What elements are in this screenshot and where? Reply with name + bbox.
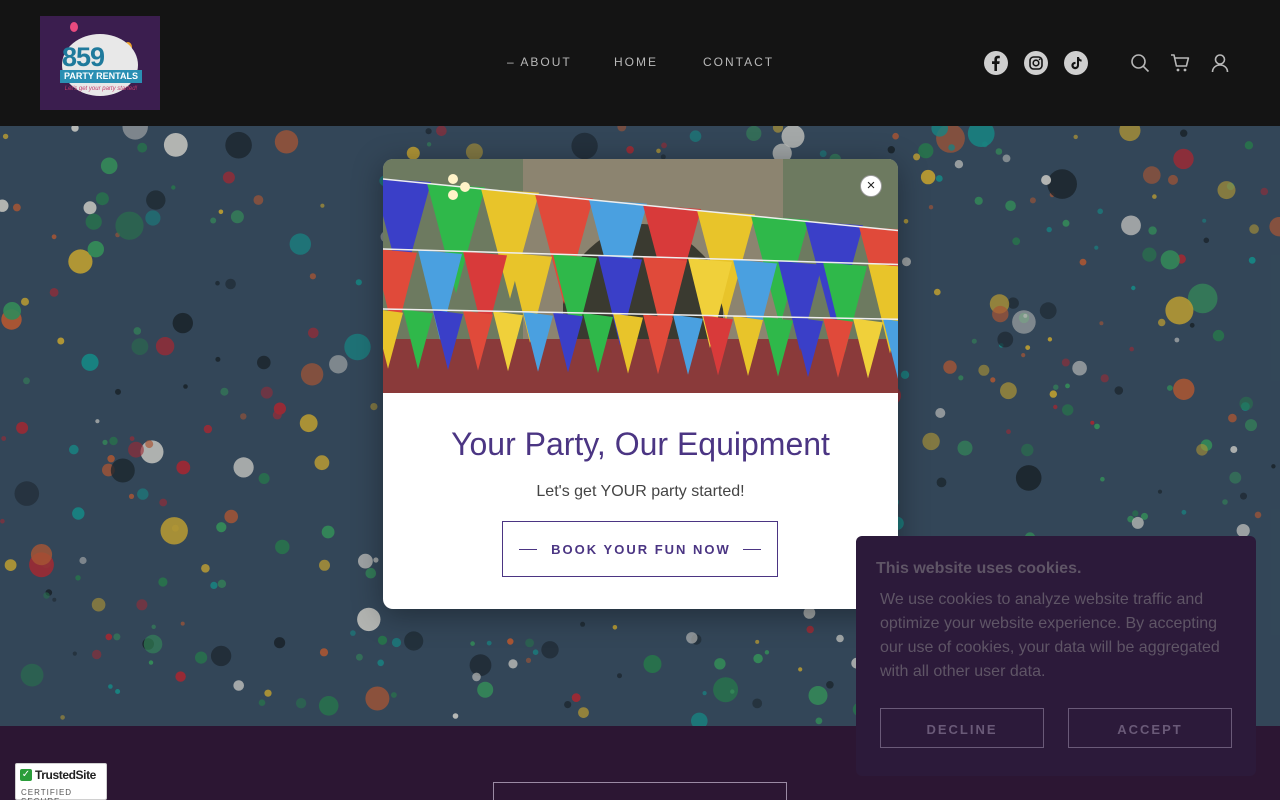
logo-tagline: Let's get your party started! [64,86,138,92]
modal-subtitle: Let's get YOUR party started! [536,483,745,500]
logo-subtitle: PARTY RENTALS [60,70,142,83]
cookie-title: This website uses cookies. [876,560,1082,577]
nav-item-about[interactable]: – ABOUT [507,55,572,69]
cookie-banner: This website uses cookies. We use cookie… [856,536,1256,776]
check-icon: ✓ [20,769,32,781]
tiktok-icon[interactable] [1064,51,1088,75]
book-your-fun-button[interactable]: BOOK YOUR FUN NOW [502,521,778,577]
promo-modal: × Your Party, Our Equipment Let's get YO… [383,159,898,609]
decline-button[interactable]: DECLINE [880,708,1044,748]
nav-item-contact[interactable]: CONTACT [703,55,774,69]
close-icon: × [866,177,876,194]
dash-decoration [743,549,761,550]
book-your-fun-label: BOOK YOUR FUN NOW [551,542,731,557]
instagram-icon[interactable] [1024,51,1048,75]
facebook-icon[interactable] [984,51,1008,75]
bunting-flags-image [383,159,898,393]
decline-label: DECLINE [926,722,998,737]
trustedsite-subtitle: CERTIFIED SECURE [21,788,73,800]
trustedsite-badge[interactable]: ✓ TrustedSite CERTIFIED SECURE [15,763,107,800]
modal-title: Your Party, Our Equipment [451,426,830,462]
accept-button[interactable]: ACCEPT [1068,708,1232,748]
site-header: 859 PARTY RENTALS Let's get your party s… [0,0,1280,126]
main-nav: – ABOUT HOME CONTACT [0,55,1280,71]
footer-button-outline[interactable] [493,782,787,800]
account-icon[interactable] [1209,52,1231,74]
trustedsite-title: TrustedSite [35,768,96,782]
search-icon[interactable] [1129,52,1151,74]
cart-icon[interactable] [1169,52,1191,74]
nav-item-home[interactable]: HOME [614,55,658,69]
logo-balloon [70,22,78,32]
cookie-body: We use cookies to analyze website traffi… [880,591,1220,680]
accept-label: ACCEPT [1117,722,1183,737]
close-modal-button[interactable]: × [860,175,882,197]
